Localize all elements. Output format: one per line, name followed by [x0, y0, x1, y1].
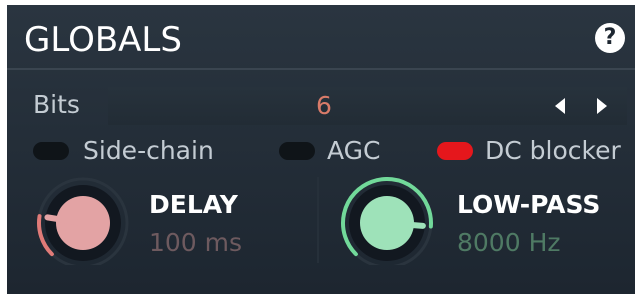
globals-panel: GLOBALS ? Bits 6 Side-chain AGC DC block…: [7, 5, 635, 294]
low-pass-title: LOW-PASS: [457, 190, 601, 219]
delay-title: DELAY: [149, 190, 238, 219]
agc-label: AGC: [327, 136, 381, 165]
header-separator: [7, 68, 635, 70]
knob-divider: [317, 177, 319, 263]
dc-blocker-switch[interactable]: [437, 142, 473, 160]
side-chain-label: Side-chain: [83, 136, 214, 165]
low-pass-knob[interactable]: [337, 177, 447, 265]
bits-value: 6: [316, 91, 332, 120]
delay-control: DELAY 100 ms: [25, 177, 315, 265]
agc-switch[interactable]: [279, 142, 315, 160]
low-pass-value: 8000 Hz: [457, 228, 561, 257]
panel-title: GLOBALS: [24, 20, 182, 60]
delay-knob[interactable]: [25, 177, 135, 265]
help-icon[interactable]: ?: [595, 23, 625, 53]
arrow-left-icon[interactable]: [548, 93, 574, 119]
delay-value: 100 ms: [149, 228, 243, 257]
low-pass-control: LOW-PASS 8000 Hz: [337, 177, 627, 265]
dc-blocker-label: DC blocker: [485, 136, 621, 165]
arrow-right-icon[interactable]: [588, 93, 614, 119]
side-chain-switch[interactable]: [33, 142, 69, 160]
bits-selector[interactable]: 6: [108, 87, 627, 125]
bits-label: Bits: [33, 90, 80, 119]
